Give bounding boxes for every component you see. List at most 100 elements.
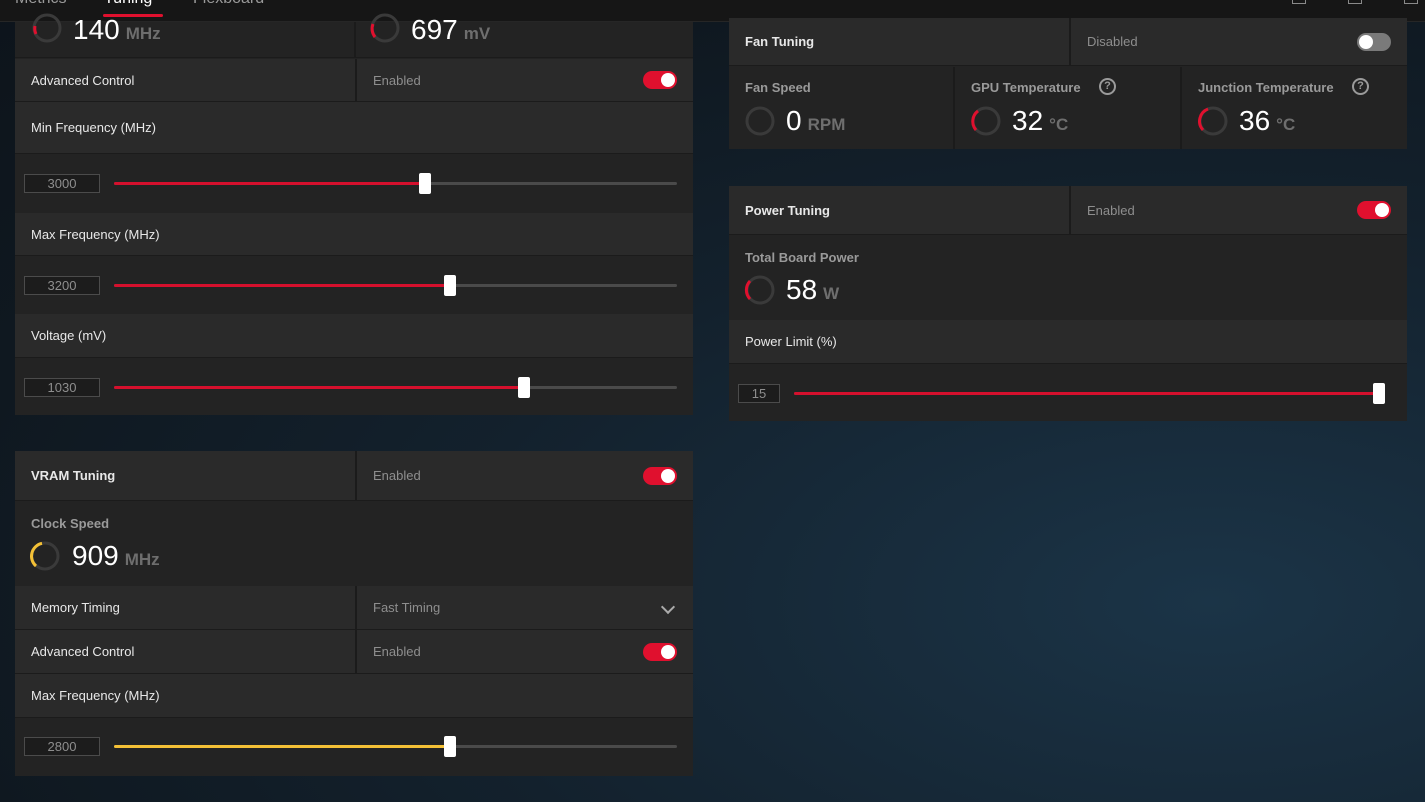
power-header-row: Power Tuning Enabled [729, 186, 1407, 235]
max-frequency-label: Max Frequency (MHz) [31, 226, 160, 242]
gpu-voltage-unit: mV [463, 24, 491, 43]
vram-tuning-panel: VRAM Tuning Enabled Clock Speed 909 MHz … [15, 451, 693, 776]
vram-advanced-control-label: Advanced Control [31, 644, 135, 659]
gpu-temperature-unit: °C [1049, 115, 1069, 134]
gpu-temperature-value: 32 [1012, 105, 1044, 136]
vram-clock-unit: MHz [124, 550, 160, 569]
vram-clock-readout: 909 MHz [72, 540, 160, 572]
slider-thumb[interactable] [444, 275, 457, 296]
voltage-label: Voltage (mV) [31, 328, 107, 343]
vram-clock-label: Clock Speed [31, 516, 110, 531]
min-frequency-slider-row: 3000 [15, 155, 693, 213]
clock-gauge-icon [32, 13, 62, 43]
power-limit-input[interactable]: 15 [738, 384, 780, 403]
board-power-label: Total Board Power [745, 250, 859, 265]
power-tuning-toggle[interactable] [1357, 201, 1391, 219]
max-frequency-slider[interactable] [114, 275, 677, 296]
fan-tuning-toggle[interactable] [1357, 32, 1391, 51]
slider-thumb[interactable] [419, 173, 432, 194]
slider-fill [114, 284, 451, 287]
gpu-temperature-metric: GPU Temperature ? 32 °C [955, 67, 1180, 149]
slider-thumb[interactable] [518, 377, 531, 398]
gpu-advanced-control-toggle[interactable] [643, 71, 677, 89]
voltage-header: Voltage (mV) [15, 314, 693, 358]
power-limit-header: Power Limit (%) [729, 320, 1407, 364]
maximize-window-icon[interactable] [1348, 0, 1362, 4]
memory-timing-select[interactable]: Fast Timing [355, 586, 693, 629]
voltage-slider-row: 1030 [15, 359, 693, 415]
gpu-advanced-control-row: Advanced Control Enabled [15, 59, 693, 102]
vram-max-frequency-input[interactable]: 2800 [24, 737, 100, 756]
slider-fill [794, 392, 1385, 395]
max-frequency-slider-row: 3200 [15, 257, 693, 314]
junction-temperature-gauge-icon [1198, 106, 1228, 136]
tab-flexboard[interactable]: Flexboard [193, 0, 264, 8]
tab-tuning[interactable]: Tuning [104, 0, 152, 8]
power-limit-label: Power Limit (%) [745, 334, 837, 349]
gpu-clock-unit: MHz [125, 24, 161, 43]
memory-timing-label: Memory Timing [31, 600, 120, 615]
gpu-temperature-gauge-icon [971, 106, 1001, 136]
divider [354, 22, 356, 57]
slider-fill [114, 745, 451, 748]
vram-max-frequency-slider[interactable] [114, 736, 677, 757]
gpu-temperature-help-icon[interactable]: ? [1099, 78, 1116, 95]
gpu-temperature-readout: 32 °C [1012, 105, 1068, 137]
gpu-voltage-readout: 697 mV [411, 14, 490, 46]
vram-max-frequency-slider-row: 2800 [15, 718, 693, 776]
advanced-control-label: Advanced Control [31, 72, 135, 88]
close-window-icon[interactable] [1404, 0, 1418, 4]
junction-temperature-value: 36 [1239, 105, 1271, 136]
board-power-unit: W [823, 284, 840, 303]
fan-speed-unit: RPM [807, 115, 846, 134]
board-power-metric: Total Board Power 58 W [729, 236, 1407, 320]
voltage-slider[interactable] [114, 377, 677, 398]
junction-temperature-unit: °C [1276, 115, 1296, 134]
vram-tuning-toggle[interactable] [643, 466, 677, 485]
restore-window-icon[interactable] [1292, 0, 1306, 4]
slider-fill [114, 386, 525, 389]
min-frequency-label: Min Frequency (MHz) [31, 120, 156, 135]
board-power-gauge-icon [744, 275, 775, 305]
power-limit-slider[interactable] [794, 383, 1385, 404]
fan-tuning-panel: Fan Tuning Disabled Fan Speed 0 RPM GPU … [729, 18, 1407, 149]
voltage-input[interactable]: 1030 [24, 378, 100, 397]
max-frequency-input[interactable]: 3200 [24, 276, 100, 295]
fan-speed-readout: 0 RPM [786, 105, 845, 137]
gpu-clock-value: 140 [73, 14, 120, 45]
vram-max-frequency-label: Max Frequency (MHz) [31, 688, 160, 703]
power-tuning-panel: Power Tuning Enabled Total Board Power 5… [729, 186, 1407, 421]
slider-thumb[interactable] [1373, 383, 1385, 404]
vram-clock-gauge-icon [30, 541, 60, 571]
memory-timing-row: Memory Timing Fast Timing [15, 586, 693, 630]
board-power-value: 58 [786, 274, 818, 305]
max-frequency-header: Max Frequency (MHz) [15, 213, 693, 256]
fan-speed-metric: Fan Speed 0 RPM [729, 67, 953, 149]
fan-header-row: Fan Tuning Disabled [729, 18, 1407, 66]
min-frequency-header: Min Frequency (MHz) [15, 102, 693, 154]
gpu-tuning-panel: 140 MHz 697 mV Advanced Control Enabled … [15, 13, 693, 415]
power-limit-slider-row: 15 [729, 364, 1407, 421]
tab-metrics[interactable]: Metrics [15, 0, 67, 8]
gpu-temperature-label: GPU Temperature [971, 80, 1081, 95]
vram-header-row: VRAM Tuning Enabled [15, 451, 693, 501]
fan-tuning-title: Fan Tuning [745, 34, 815, 49]
vram-tuning-title: VRAM Tuning [31, 468, 116, 483]
junction-temperature-metric: Junction Temperature ? 36 °C [1182, 67, 1407, 149]
slider-thumb[interactable] [444, 736, 457, 757]
fan-speed-gauge-icon [745, 106, 775, 136]
junction-temperature-help-icon[interactable]: ? [1352, 78, 1369, 95]
min-frequency-slider[interactable] [114, 173, 677, 194]
junction-temperature-readout: 36 °C [1239, 105, 1295, 137]
vram-advanced-control-toggle[interactable] [643, 642, 677, 661]
vram-clock-value: 909 [72, 540, 119, 571]
vram-clock-metric: Clock Speed 909 MHz [15, 502, 693, 585]
min-frequency-input[interactable]: 3000 [24, 174, 100, 193]
vram-advanced-control-row: Advanced Control Enabled [15, 630, 693, 674]
vram-max-frequency-header: Max Frequency (MHz) [15, 674, 693, 718]
fan-speed-label: Fan Speed [745, 80, 811, 95]
gpu-voltage-value: 697 [411, 14, 458, 45]
gpu-metrics-row: 140 MHz 697 mV [15, 13, 693, 58]
slider-fill [114, 182, 426, 185]
fan-speed-value: 0 [786, 105, 802, 136]
